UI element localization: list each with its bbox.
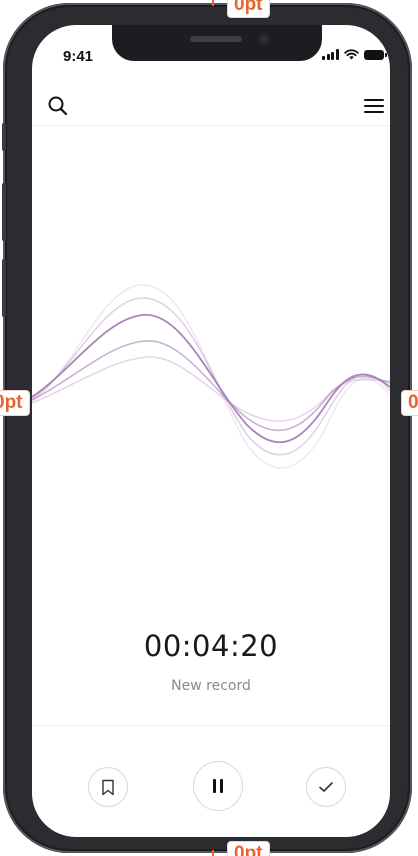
battery-icon bbox=[363, 49, 387, 60]
status-time: 9:41 bbox=[63, 48, 94, 65]
top-spacing-label: 0pt bbox=[228, 0, 269, 17]
mute-switch bbox=[2, 123, 6, 151]
front-camera bbox=[258, 33, 270, 45]
audio-waveform bbox=[32, 284, 390, 469]
cellular-signal-icon bbox=[322, 49, 339, 60]
wifi-icon bbox=[343, 49, 359, 60]
elapsed-timer: 00:04:20 bbox=[143, 629, 279, 663]
bookmark-button[interactable] bbox=[88, 767, 128, 807]
top-bar bbox=[32, 85, 390, 125]
bottom-spacing-label: 0pt bbox=[228, 842, 269, 856]
phone-frame: 9:41 00:04:20 New record bbox=[2, 3, 412, 853]
phone-screen: 9:41 00:04:20 New record bbox=[32, 25, 390, 837]
bookmark-icon bbox=[102, 779, 114, 795]
volume-down-button bbox=[2, 259, 6, 317]
top-spacing-guide bbox=[212, 0, 214, 6]
controls-divider bbox=[32, 725, 390, 726]
bottom-spacing-guide bbox=[212, 850, 214, 856]
pause-icon bbox=[213, 779, 223, 793]
pause-button[interactable] bbox=[193, 761, 243, 811]
design-canvas: 0pt 0pt 0 0pt 9:41 bbox=[0, 0, 418, 856]
header-divider bbox=[32, 125, 390, 126]
earpiece-speaker bbox=[190, 36, 242, 42]
done-button[interactable] bbox=[306, 767, 346, 807]
status-icons bbox=[322, 49, 387, 60]
record-title[interactable]: New record bbox=[32, 678, 390, 694]
right-spacing-label: 0 bbox=[402, 391, 418, 415]
notch bbox=[112, 25, 322, 61]
volume-up-button bbox=[2, 183, 6, 241]
hamburger-menu-icon[interactable] bbox=[363, 95, 385, 117]
search-icon[interactable] bbox=[47, 95, 69, 117]
checkmark-icon bbox=[319, 782, 333, 792]
left-spacing-label: 0pt bbox=[0, 391, 29, 415]
